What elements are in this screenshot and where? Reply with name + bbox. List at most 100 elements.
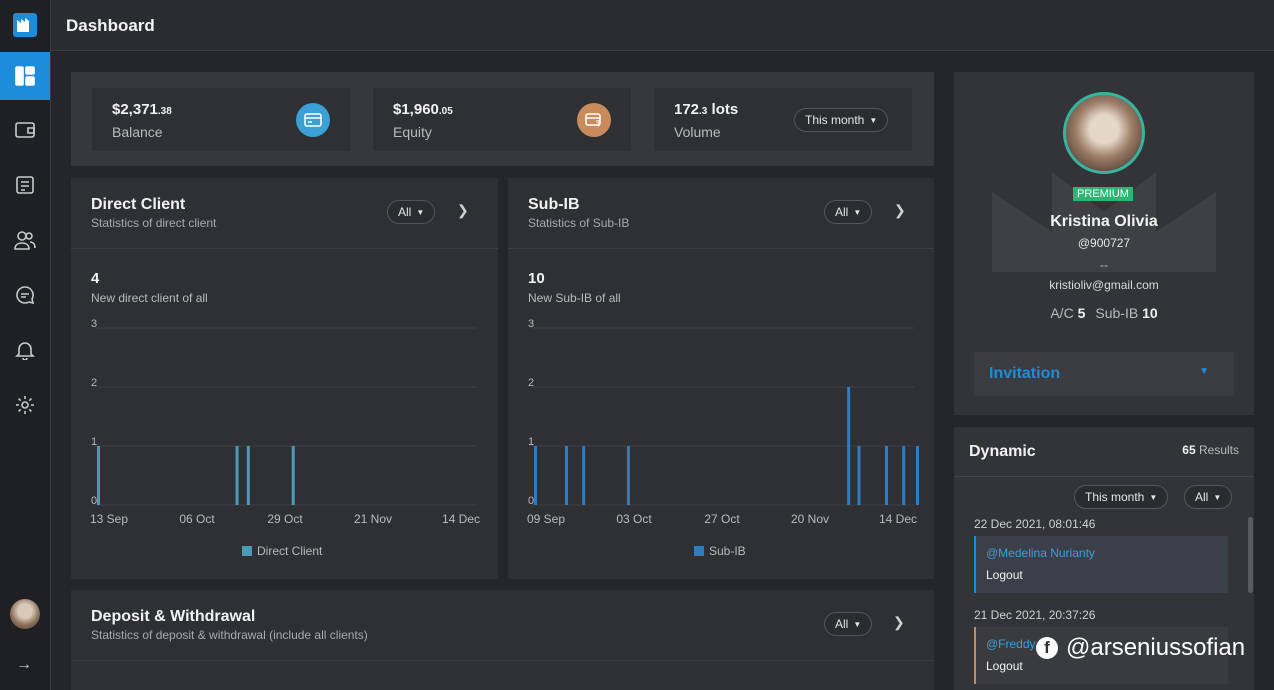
- bell-icon: [15, 342, 35, 360]
- chart-bar: [564, 446, 568, 505]
- profile-stats: A/C 5 Sub-IB 10: [1050, 305, 1158, 321]
- dynamic-filter-dropdown[interactable]: All ▼: [1184, 485, 1233, 509]
- legend-label: Direct Client: [257, 544, 323, 558]
- sub-ib-card: Sub-IB Statistics of Sub-IB All ▼ ❯ 10 Ne…: [508, 178, 934, 579]
- legend-swatch: [694, 546, 704, 556]
- event-item[interactable]: @Medelina Nurianty Logout: [974, 536, 1228, 593]
- volume-period-dropdown[interactable]: This month ▼: [794, 108, 889, 132]
- profile-name: Kristina Olivia: [1050, 213, 1158, 230]
- volume-card: 172.3 lots Volume This month ▼: [654, 88, 912, 151]
- event-action: Logout: [986, 568, 1023, 582]
- chart-bar: [916, 446, 919, 505]
- dynamic-period-dropdown[interactable]: This month ▼: [1074, 485, 1169, 509]
- card-header: Sub-IB Statistics of Sub-IB All ▼ ❯: [508, 178, 934, 249]
- legend-swatch: [242, 546, 252, 556]
- card-subtitle: Statistics of deposit & withdrawal (incl…: [91, 628, 368, 642]
- chevron-down-icon: ▼: [869, 115, 878, 125]
- chart-bar: [246, 446, 250, 505]
- chevron-down-icon: ▼: [853, 619, 862, 629]
- app-logo[interactable]: [13, 13, 37, 37]
- chevron-down-icon: ▼: [1199, 366, 1209, 377]
- chevron-right-icon[interactable]: ❯: [457, 202, 469, 219]
- card-icon: [296, 103, 330, 137]
- balance-value: $2,371.38: [112, 101, 172, 118]
- chevron-down-icon: ▼: [1213, 492, 1222, 502]
- document-icon: [16, 176, 34, 194]
- chevron-down-icon: ▼: [1149, 492, 1158, 502]
- dynamic-title: Dynamic: [969, 443, 1036, 460]
- x-tick-label: 13 Sep: [90, 512, 128, 526]
- page-title: Dashboard: [66, 16, 155, 35]
- avatar[interactable]: [10, 599, 40, 629]
- premium-badge: PREMIUM: [1073, 187, 1133, 201]
- divider: [954, 476, 1254, 477]
- chart-legend: Sub-IB: [694, 544, 746, 558]
- deposit-withdrawal-card: Deposit & Withdrawal Statistics of depos…: [71, 590, 934, 690]
- y-tick-label: 3: [91, 318, 97, 330]
- volume-label: Volume: [674, 124, 721, 140]
- equity-label: Equity: [393, 124, 432, 140]
- direct-client-filter[interactable]: All ▼: [387, 200, 436, 224]
- y-tick-label: 3: [528, 318, 534, 330]
- deposit-filter[interactable]: All ▼: [824, 612, 873, 636]
- chart-bar: [885, 446, 889, 505]
- money-card-icon: $: [577, 103, 611, 137]
- sub-ib-count-label: New Sub-IB of all: [528, 291, 621, 305]
- direct-client-chart: 0 1 2 3 13 Sep 06 Oct 29 Oct 21 Nov 14 Dec: [90, 318, 480, 526]
- sub-ib-filter[interactable]: All ▼: [824, 200, 873, 224]
- users-icon: [14, 231, 36, 250]
- chart-bar: [534, 446, 537, 505]
- event-time: 22 Dec 2021, 08:01:46: [974, 517, 1096, 531]
- facebook-icon: f: [1036, 637, 1058, 659]
- results-count: 65 Results: [1182, 443, 1239, 457]
- expand-sidebar-icon[interactable]: →: [16, 656, 32, 674]
- x-tick-label: 14 Dec: [879, 512, 917, 526]
- card-title: Sub-IB: [528, 196, 580, 213]
- card-subtitle: Statistics of Sub-IB: [528, 216, 630, 230]
- scrollbar[interactable]: [1248, 517, 1253, 593]
- sidebar-item-chat[interactable]: [0, 271, 50, 319]
- watermark: f @arseniussofian: [1036, 634, 1245, 662]
- equity-card: $1,960.05 Equity $: [373, 88, 631, 151]
- card-title: Deposit & Withdrawal: [91, 608, 256, 625]
- event-action: Logout: [986, 659, 1023, 673]
- card-subtitle: Statistics of direct client: [91, 216, 217, 230]
- direct-client-count: 4: [91, 270, 100, 287]
- equity-value: $1,960.05: [393, 101, 453, 118]
- card-title: Direct Client: [91, 196, 186, 213]
- legend-label: Sub-IB: [709, 544, 746, 558]
- direct-client-count-label: New direct client of all: [91, 291, 208, 305]
- sidebar-item-wallet[interactable]: [0, 106, 50, 154]
- sidebar-item-dashboard[interactable]: [0, 52, 50, 100]
- chevron-right-icon[interactable]: ❯: [894, 202, 906, 219]
- sidebar-item-settings[interactable]: [0, 381, 50, 429]
- topbar: Dashboard: [51, 0, 1274, 51]
- y-tick-label: 1: [528, 436, 534, 448]
- chart-bar: [97, 446, 100, 505]
- sub-ib-count: 10: [528, 270, 545, 287]
- sidebar-item-documents[interactable]: [0, 161, 50, 209]
- y-tick-label: 2: [528, 377, 534, 389]
- chart-bar: [857, 446, 861, 505]
- x-tick-label: 27 Oct: [704, 512, 740, 526]
- profile-avatar[interactable]: [1063, 92, 1145, 174]
- chat-icon: [16, 286, 35, 305]
- event-user-link[interactable]: @Medelina Nurianty: [986, 546, 1095, 560]
- x-tick-label: 06 Oct: [179, 512, 215, 526]
- dashboard-icon: [15, 66, 35, 86]
- profile-handle: @900727: [1077, 236, 1131, 250]
- chevron-right-icon[interactable]: ❯: [893, 614, 905, 631]
- chart-legend: Direct Client: [242, 544, 322, 558]
- balance-card: $2,371.38 Balance: [92, 88, 350, 151]
- sidebar-item-users[interactable]: [0, 216, 50, 264]
- event-user-link[interactable]: @Freddy: [986, 637, 1036, 651]
- card-header: Direct Client Statistics of direct clien…: [71, 178, 498, 249]
- invitation-dropdown[interactable]: Invitation ▼: [974, 352, 1234, 396]
- sidebar-item-notifications[interactable]: [0, 326, 50, 374]
- chart-bar: [582, 446, 586, 505]
- chevron-down-icon: ▼: [416, 207, 425, 217]
- card-header: Deposit & Withdrawal Statistics of depos…: [71, 590, 934, 661]
- profile-placeholder: --: [1100, 258, 1108, 272]
- stats-row: $2,371.38 Balance $1,960.05 Equity $ 172…: [71, 72, 934, 166]
- chart-bar: [626, 446, 630, 505]
